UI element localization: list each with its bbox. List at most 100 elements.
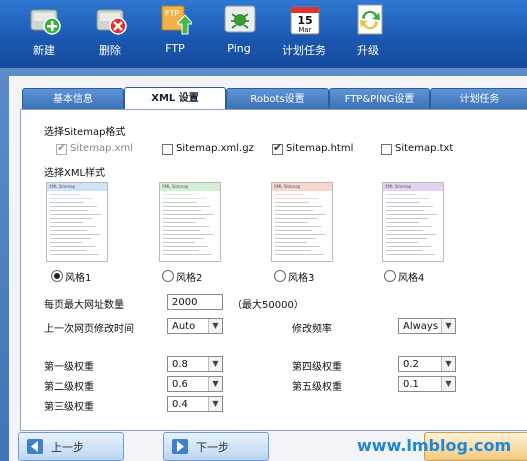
last-modified-value: Auto [172, 321, 196, 332]
calendar-icon: 15 Mar [289, 4, 321, 36]
tab-ftp-ping-settings[interactable]: FTP&PING设置 [329, 88, 430, 110]
style-preview-header: XML Sitemap [160, 183, 220, 191]
style-preview-line [275, 226, 321, 227]
main-toolbar: 新建 删除 FTP FTP Ping 15 Mar 计划任务 升级 [0, 0, 527, 68]
next-step-button[interactable]: 下一步 [163, 432, 269, 461]
priority-1-value: 0.8 [172, 359, 188, 370]
style-preview-line [50, 250, 86, 251]
style-preview-line [275, 250, 311, 251]
style-preview-line [50, 242, 82, 243]
label-style-1: 风格1 [65, 273, 92, 284]
style-preview-1[interactable]: XML Sitemap [46, 182, 108, 262]
label-style-3: 风格3 [288, 273, 315, 284]
style-preview-line [163, 230, 200, 231]
style-preview-line [163, 218, 205, 219]
style-preview-line [163, 238, 204, 239]
style-preview-line [386, 194, 416, 195]
label-sitemap-html: Sitemap.html [286, 143, 354, 154]
priority-2-select[interactable]: 0.6 ▼ [167, 376, 223, 392]
priority-3-select[interactable]: 0.4 ▼ [167, 396, 223, 412]
radio-style-3[interactable] [274, 270, 286, 282]
checkbox-sitemap-xml-gz[interactable] [162, 144, 173, 155]
style-preview-2[interactable]: XML Sitemap [159, 182, 221, 262]
style-preview-line [163, 242, 195, 243]
style-preview-line [50, 230, 87, 231]
style-preview-header: XML Sitemap [47, 183, 107, 191]
label-sitemap-xml-gz: Sitemap.xml.gz [176, 143, 254, 154]
style-preview-line [386, 206, 433, 207]
style-preview-line [386, 210, 424, 211]
style-preview-4[interactable]: XML Sitemap [382, 182, 444, 262]
style-preview-line [163, 206, 210, 207]
previous-step-button[interactable]: 上一步 [18, 432, 124, 461]
tab-basic-info[interactable]: 基本信息 [22, 88, 124, 110]
style-preview-line [275, 202, 309, 203]
arrow-left-icon [27, 439, 43, 454]
change-frequency-select[interactable]: Always ▼ [398, 318, 456, 334]
checkbox-sitemap-txt[interactable] [381, 144, 392, 155]
style-preview-line [275, 230, 312, 231]
next-step-label: 下一步 [196, 441, 229, 454]
style-preview-line [386, 226, 432, 227]
tab-scheduled-tasks[interactable]: 计划任务 [430, 88, 527, 110]
delete-icon [95, 4, 127, 36]
ping-button[interactable]: Ping [209, 0, 269, 66]
chevron-down-icon: ▼ [208, 319, 222, 333]
priority-3-value: 0.4 [172, 399, 188, 410]
style-preview-line [163, 202, 197, 203]
style-preview-line [163, 254, 212, 255]
change-frequency-value: Always [403, 321, 439, 332]
style-preview-line [386, 198, 429, 199]
priority-1-select[interactable]: 0.8 ▼ [167, 356, 223, 372]
style-preview-line [163, 210, 201, 211]
upgrade-icon [353, 4, 385, 36]
style-preview-line [275, 222, 308, 223]
radio-style-1[interactable] [51, 270, 63, 282]
style-preview-line [275, 198, 318, 199]
priority-4-label: 第四级权重 [292, 362, 342, 373]
style-preview-line [50, 210, 88, 211]
priority-5-select[interactable]: 0.1 ▼ [398, 376, 456, 392]
new-button[interactable]: 新建 [14, 0, 74, 66]
priority-4-select[interactable]: 0.2 ▼ [398, 356, 456, 372]
style-preview-line [50, 198, 93, 199]
style-preview-line [50, 214, 101, 215]
tab-xml-settings[interactable]: XML 设置 [124, 87, 226, 111]
style-preview-line [163, 214, 214, 215]
style-preview-line [163, 198, 206, 199]
schedule-button[interactable]: 15 Mar 计划任务 [274, 0, 334, 66]
style-preview-line [386, 230, 423, 231]
max-urls-input[interactable]: 2000 [167, 294, 223, 310]
style-preview-line [50, 254, 99, 255]
checkbox-sitemap-xml: ✔ [56, 141, 67, 155]
style-preview-line [386, 246, 431, 247]
style-preview-line [275, 246, 320, 247]
new-add-icon [29, 4, 61, 36]
style-preview-line [386, 242, 418, 243]
upgrade-button[interactable]: 升级 [338, 0, 398, 66]
chevron-down-icon: ▼ [441, 319, 455, 333]
style-preview-line [275, 206, 322, 207]
style-preview-header: XML Sitemap [383, 183, 443, 191]
ftp-button[interactable]: FTP FTP [145, 0, 205, 66]
style-preview-line [275, 218, 317, 219]
style-preview-line [386, 214, 437, 215]
style-preview-3[interactable]: XML Sitemap [271, 182, 333, 262]
label-style-4: 风格4 [398, 273, 425, 284]
last-modified-select[interactable]: Auto ▼ [167, 318, 223, 334]
checkbox-sitemap-html[interactable]: ✔ [272, 142, 283, 155]
new-label: 新建 [33, 44, 55, 57]
calendar-month: Mar [298, 26, 311, 34]
chevron-down-icon: ▼ [441, 377, 455, 391]
style-preview-line [386, 238, 427, 239]
style-preview-header: XML Sitemap [272, 183, 332, 191]
radio-style-2[interactable] [162, 270, 174, 282]
label-style-2: 风格2 [176, 273, 203, 284]
style-preview-line [275, 194, 305, 195]
style-preview-line [50, 234, 100, 235]
last-modified-label: 上一次网页修改时间 [44, 324, 134, 335]
tab-robots-settings[interactable]: Robots设置 [226, 88, 329, 110]
chevron-down-icon: ▼ [208, 357, 222, 371]
delete-button[interactable]: 删除 [80, 0, 140, 66]
radio-style-4[interactable] [384, 270, 396, 282]
